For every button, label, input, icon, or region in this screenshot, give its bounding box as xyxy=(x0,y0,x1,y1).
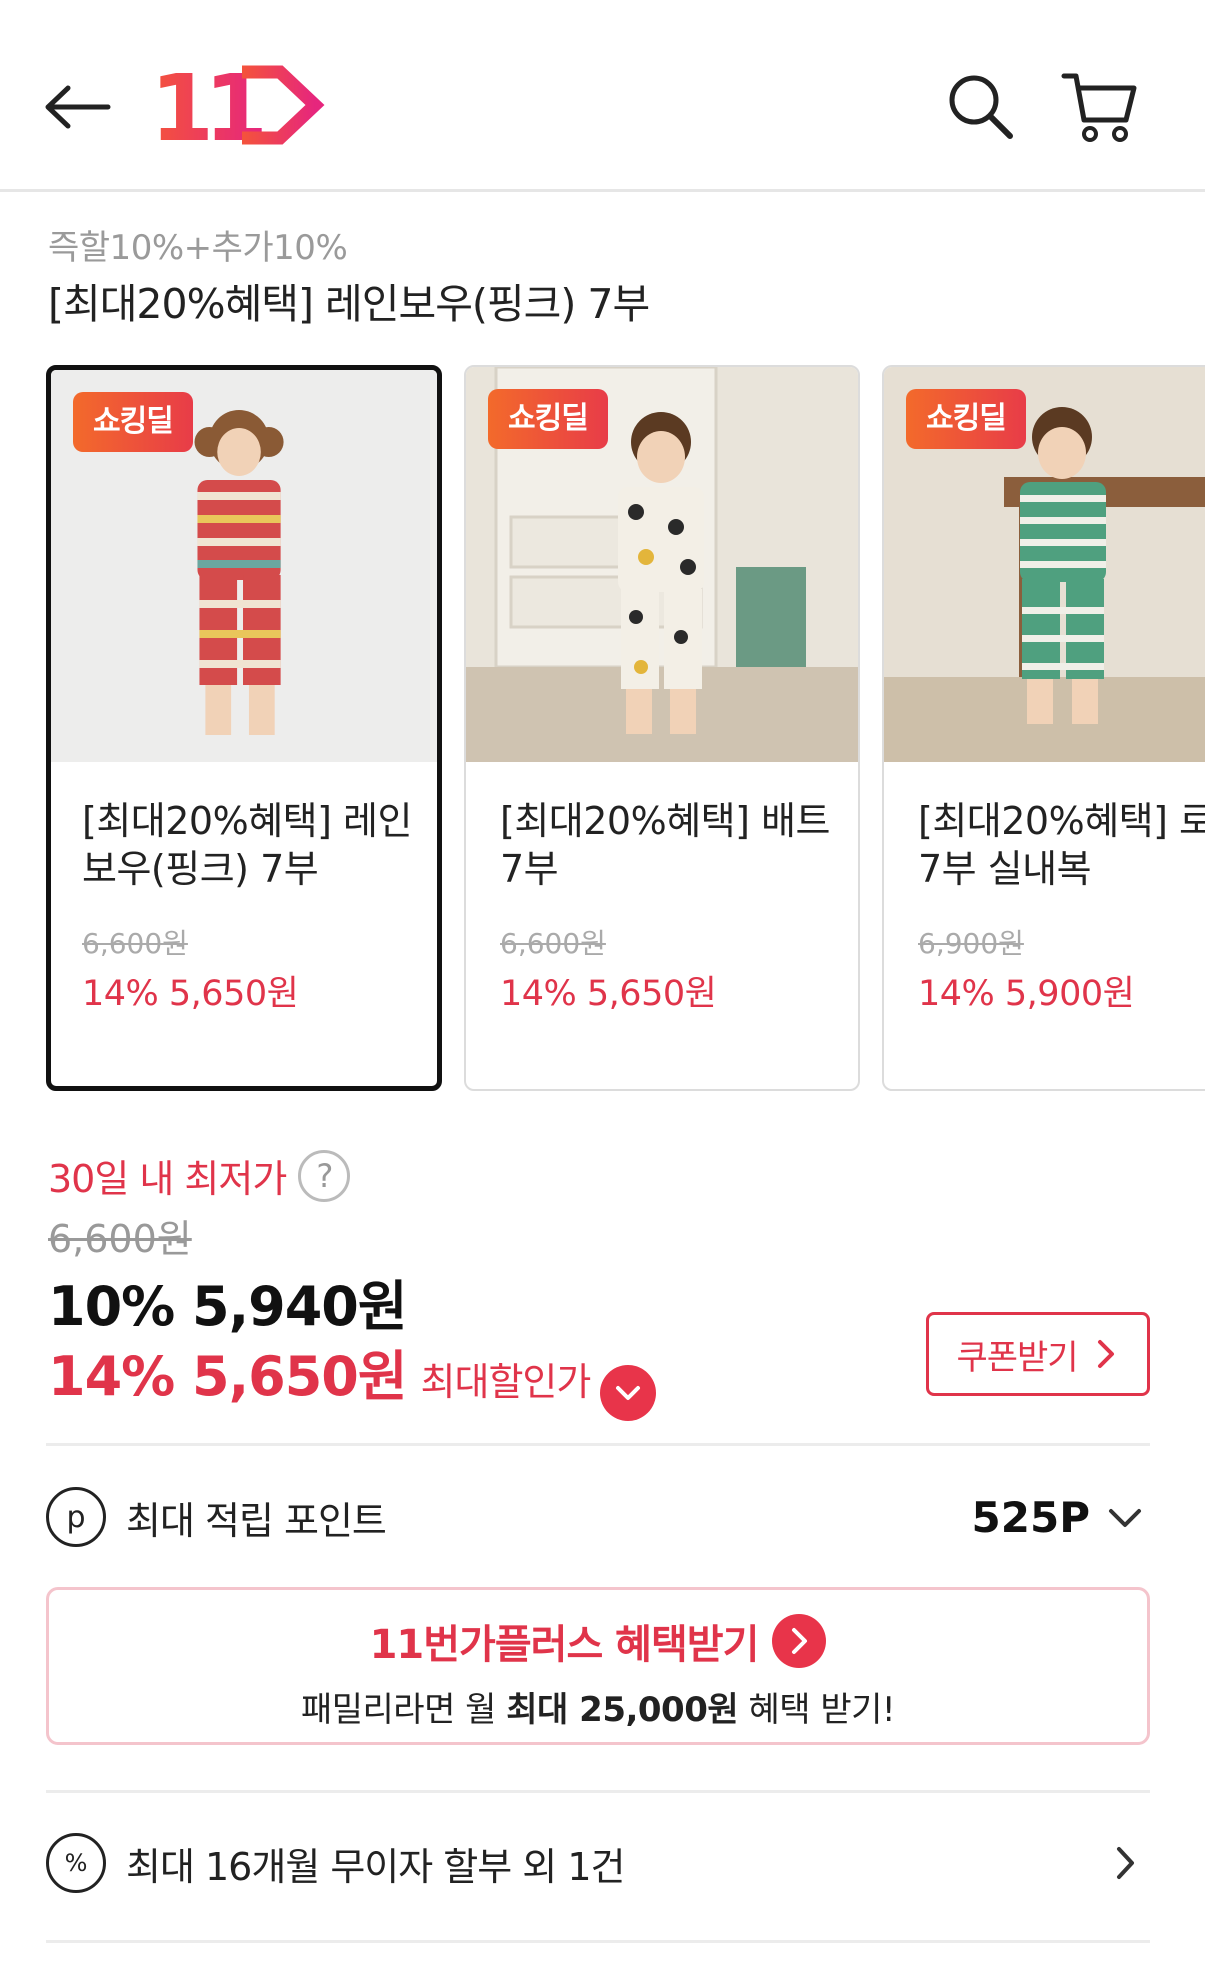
plus-banner-title-row: 11번가플러스 혜택받기 xyxy=(49,1612,1147,1670)
card-original-price: 6,600원 xyxy=(500,927,606,960)
divider xyxy=(46,1443,1150,1446)
plus-banner-title: 11번가플러스 혜택받기 xyxy=(369,1622,760,1668)
back-button[interactable] xyxy=(38,72,116,142)
search-icon xyxy=(949,75,1013,139)
card-discount-price: 14% 5,900원 xyxy=(918,974,1135,1014)
shocking-deal-badge: 쇼킹딜 xyxy=(906,389,1026,449)
brand-logo[interactable]: 11 xyxy=(150,55,325,162)
plus-banner-sub-bold: 최대 25,000원 xyxy=(506,1690,739,1730)
points-row[interactable]: p 최대 적립 포인트 525P xyxy=(46,1472,1150,1562)
option-card-1[interactable]: 쇼킹딜 [최대20%혜택] 레인보우(핑크) 7부 6,600원 14% 5,6… xyxy=(46,365,442,1091)
option-card-2[interactable]: 쇼킹딜 [최대20%혜택] 배트 7부 6,600원 14% 5,650원 xyxy=(464,365,860,1091)
shocking-deal-badge: 쇼킹딜 xyxy=(73,392,193,452)
installment-label: 최대 16개월 무이자 할부 외 1건 xyxy=(126,1844,625,1889)
chevron-down-icon[interactable] xyxy=(1102,1494,1148,1540)
question-icon[interactable]: ? xyxy=(298,1149,351,1202)
card-product-name: [최대20%혜택] 로버 7부 실내복 xyxy=(918,799,1205,891)
original-price: 6,600원 xyxy=(48,1217,192,1261)
card-original-price: 6,600원 xyxy=(82,927,188,960)
chevron-right-icon xyxy=(772,1614,827,1668)
chevron-right-icon[interactable] xyxy=(1102,1840,1148,1886)
divider xyxy=(46,1940,1150,1943)
chevron-down-icon[interactable] xyxy=(600,1365,657,1421)
card-discount-price: 14% 5,650원 xyxy=(82,974,299,1014)
plus-banner-sub-prefix: 패밀리라면 월 xyxy=(300,1690,507,1730)
coupon-button[interactable]: 쿠폰받기 xyxy=(926,1312,1150,1396)
lowest-price-label-row: 30일 내 최저가 ? xyxy=(48,1148,351,1203)
points-value: 525P xyxy=(971,1492,1090,1542)
option-carousel[interactable]: 쇼킹딜 [최대20%혜택] 레인보우(핑크) 7부 6,600원 14% 5,6… xyxy=(46,365,1205,1095)
coupon-button-label: 쿠폰받기 xyxy=(956,1337,1078,1378)
card-product-name: [최대20%혜택] 레인보우(핑크) 7부 xyxy=(82,799,412,891)
point-icon: p xyxy=(46,1487,106,1547)
top-header: 11 xyxy=(0,0,1205,192)
lowest-price-label: 30일 내 최저가 xyxy=(48,1157,287,1201)
cart-icon xyxy=(1061,73,1137,142)
plus-banner-sub-suffix: 혜택 받기! xyxy=(738,1690,896,1730)
shocking-deal-badge: 쇼킹딜 xyxy=(488,389,608,449)
chevron-right-icon xyxy=(1097,1340,1114,1368)
cart-button[interactable] xyxy=(1055,66,1145,150)
installment-row[interactable]: % 최대 16개월 무이자 할부 외 1건 xyxy=(46,1818,1150,1908)
max-discount-label: 최대할인가 xyxy=(420,1360,592,1404)
max-discount-price: 14% 5,650원 xyxy=(48,1345,408,1408)
plus-banner-subtitle: 패밀리라면 월 최대 25,000원 혜택 받기! xyxy=(49,1682,1147,1731)
arrow-left-icon xyxy=(45,85,111,129)
search-button[interactable] xyxy=(940,66,1020,146)
percent-icon: % xyxy=(46,1833,106,1893)
option-card-3[interactable]: 쇼킹딜 [최대20%혜택] 로버 7부 실내복 6,900원 14% 5,900… xyxy=(882,365,1205,1091)
card-discount-price: 14% 5,650원 xyxy=(500,974,717,1014)
option-title: [최대20%혜택] 레인보우(핑크) 7부 xyxy=(48,280,650,328)
points-label: 최대 적립 포인트 xyxy=(126,1498,387,1543)
divider xyxy=(46,1790,1150,1793)
option-subtitle: 즉할10%+추가10% xyxy=(48,228,348,268)
card-original-price: 6,900원 xyxy=(918,927,1024,960)
card-product-name: [최대20%혜택] 배트 7부 xyxy=(500,799,830,891)
max-discount-row: 14% 5,650원 최대할인가 xyxy=(48,1332,657,1421)
plus-benefit-banner[interactable]: 11번가플러스 혜택받기 패밀리라면 월 최대 25,000원 혜택 받기! xyxy=(46,1587,1150,1745)
sale-price: 10% 5,940원 xyxy=(48,1275,408,1338)
